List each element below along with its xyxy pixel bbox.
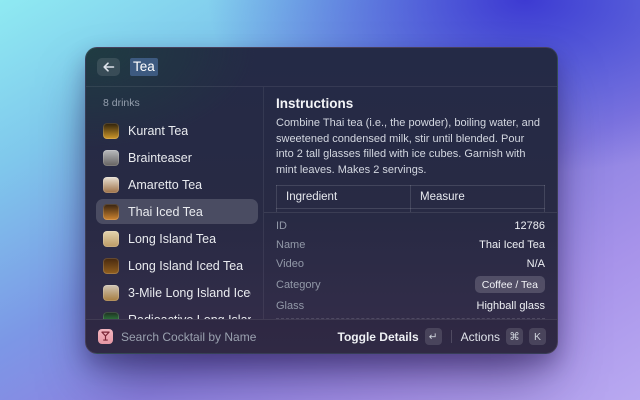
category-tag[interactable]: Coffee / Tea xyxy=(475,276,545,293)
drink-thumbnail xyxy=(103,312,119,320)
detail-scroll-area[interactable]: Instructions Combine Thai tea (i.e., the… xyxy=(264,87,557,213)
return-key-badge: ↵ xyxy=(425,328,442,345)
metadata-row: Video N/A xyxy=(276,254,545,273)
cocktail-app-icon xyxy=(98,329,113,344)
drink-thumbnail xyxy=(103,231,119,247)
drink-thumbnail xyxy=(103,204,119,220)
metadata-label: Category xyxy=(276,279,321,291)
metadata-value: Thai Iced Tea xyxy=(479,239,545,251)
list-item[interactable]: 3-Mile Long Island Iced Tea xyxy=(96,280,258,305)
list-item[interactable]: Kurant Tea xyxy=(96,118,258,143)
drink-thumbnail xyxy=(103,258,119,274)
back-button[interactable] xyxy=(97,58,120,76)
detail-panel: Instructions Combine Thai tea (i.e., the… xyxy=(264,87,557,319)
drink-thumbnail xyxy=(103,177,119,193)
metadata-row: Name Thai Iced Tea xyxy=(276,235,545,254)
action-bar-right: Toggle Details ↵ Actions ⌘ K xyxy=(336,326,548,347)
metadata-value: Highball glass xyxy=(477,300,545,312)
list-item[interactable]: Long Island Tea xyxy=(96,226,258,251)
desktop-background: Tea 8 drinks Kurant Tea Brainteaser Amaret… xyxy=(0,0,640,400)
k-key-badge: K xyxy=(529,328,546,345)
martini-glass-icon xyxy=(101,328,110,346)
list-item-label: Amaretto Tea xyxy=(128,178,202,192)
metadata-panel: ID 12786 Name Thai Iced Tea Video N/A Category… xyxy=(264,213,557,319)
toggle-details-button[interactable]: Toggle Details ↵ xyxy=(336,326,444,347)
list-item[interactable]: Radioactive Long Island Iced Tea xyxy=(96,307,258,319)
list-item-label: Kurant Tea xyxy=(128,124,188,138)
arrow-left-icon xyxy=(103,62,115,72)
actions-label: Actions xyxy=(461,330,500,344)
list-item-label: Long Island Tea xyxy=(128,232,216,246)
list-item[interactable]: Amaretto Tea xyxy=(96,172,258,197)
drinks-count-header: 8 drinks xyxy=(96,95,258,118)
instructions-text: Combine Thai tea (i.e., the powder), boi… xyxy=(276,116,545,178)
search-input[interactable]: Tea xyxy=(130,58,158,76)
results-list: 8 drinks Kurant Tea Brainteaser Amaretto T… xyxy=(86,87,264,319)
metadata-value: 12786 xyxy=(514,220,545,232)
list-item-label: Brainteaser xyxy=(128,151,192,165)
metadata-label: Name xyxy=(276,239,305,251)
action-bar-divider xyxy=(451,330,452,343)
metadata-row: ID 12786 xyxy=(276,216,545,235)
metadata-row: Category Coffee / Tea xyxy=(276,273,545,296)
command-name: Search Cocktail by Name xyxy=(121,330,256,344)
list-item[interactable]: Thai Iced Tea xyxy=(96,199,258,224)
metadata-value: N/A xyxy=(527,258,545,270)
list-item-label: Thai Iced Tea xyxy=(128,205,203,219)
actions-button[interactable]: Actions ⌘ K xyxy=(459,326,548,347)
action-bar-left: Search Cocktail by Name xyxy=(98,329,328,344)
drink-thumbnail xyxy=(103,150,119,166)
table-header-cell: Measure xyxy=(411,186,545,209)
list-items-container: Kurant Tea Brainteaser Amaretto Tea Thai Ic… xyxy=(96,118,258,319)
cmd-key-badge: ⌘ xyxy=(506,328,523,345)
search-bar: Tea xyxy=(86,48,557,87)
metadata-label: Video xyxy=(276,258,304,270)
drink-thumbnail xyxy=(103,123,119,139)
metadata-row: Glass Highball glass xyxy=(276,296,545,315)
ingredients-table: IngredientMeasure Tea1/4 cup Thai xyxy=(276,185,545,213)
launcher-window: Tea 8 drinks Kurant Tea Brainteaser Amaret… xyxy=(85,47,558,354)
metadata-label: Glass xyxy=(276,300,304,312)
table-header-cell: Ingredient xyxy=(277,186,411,209)
drink-thumbnail xyxy=(103,285,119,301)
window-content: 8 drinks Kurant Tea Brainteaser Amaretto T… xyxy=(86,87,557,319)
list-item[interactable]: Brainteaser xyxy=(96,145,258,170)
instructions-heading: Instructions xyxy=(276,96,545,111)
toggle-details-label: Toggle Details xyxy=(338,330,419,344)
list-item-label: Long Island Iced Tea xyxy=(128,259,243,273)
action-bar: Search Cocktail by Name Toggle Details ↵… xyxy=(86,319,557,353)
metadata-label: ID xyxy=(276,220,287,232)
list-item-label: 3-Mile Long Island Iced Tea xyxy=(128,286,251,300)
list-item[interactable]: Long Island Iced Tea xyxy=(96,253,258,278)
